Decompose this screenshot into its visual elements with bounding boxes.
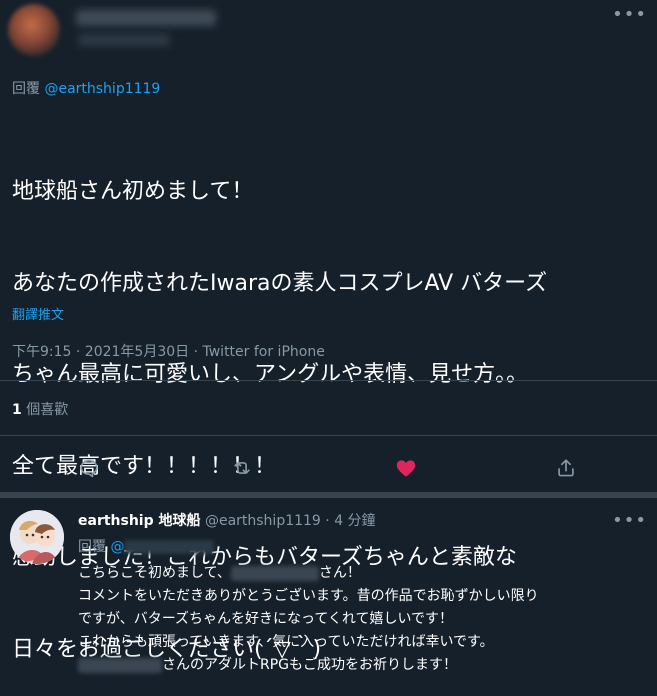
tweet-timestamp[interactable]: 下午9:15 · 2021年5月30日 · Twitter for iPhone bbox=[12, 343, 325, 361]
reply-line: ですが、バターズちゃんを好きになってくれて嬉しいです！ bbox=[78, 611, 454, 627]
author-avatar[interactable] bbox=[8, 4, 60, 56]
translate-tweet-link[interactable]: 翻譯推文 bbox=[12, 304, 64, 323]
reply-handle-link[interactable]: @ bbox=[110, 539, 124, 555]
redacted-name bbox=[78, 657, 162, 673]
likes-number: 1 bbox=[12, 402, 22, 418]
reply-to-line: 回覆 @earthship1119 bbox=[12, 80, 160, 98]
reply-author-avatar[interactable] bbox=[10, 510, 64, 564]
share-icon[interactable] bbox=[553, 455, 579, 481]
reply-line: こちらこそ初めまして、 さん！ bbox=[78, 562, 648, 585]
author-handle-blurred[interactable] bbox=[78, 34, 170, 46]
more-dots-icon[interactable]: ••• bbox=[612, 512, 647, 530]
reply-line: これからも頑張っていきます、気に入っていただければ幸いです。 bbox=[78, 634, 494, 650]
retweet-icon[interactable] bbox=[229, 455, 255, 481]
reply-handle-link[interactable]: @earthship1119 bbox=[44, 81, 160, 97]
likes-label: 個喜歡 bbox=[21, 402, 69, 418]
divider bbox=[0, 435, 657, 436]
reply-text: こちらこそ初めまして、 さん！ コメントをいただきありがとうございます。昔の作品で… bbox=[78, 562, 648, 677]
tweet-line: 地球船さん初めまして！ bbox=[12, 179, 254, 204]
reply-line-part: こちらこそ初めまして、 bbox=[78, 565, 231, 581]
divider bbox=[0, 380, 657, 381]
tweet-line: ちゃん最高に可愛いし、アングルや表情、見せ方。。 bbox=[12, 362, 529, 387]
redacted-name bbox=[230, 565, 319, 581]
reply-prefix: 回覆 bbox=[12, 81, 40, 97]
redacted-handle bbox=[124, 540, 215, 554]
reply-line-part: さんのアダルトRPGもご成功をお祈りします！ bbox=[162, 657, 458, 673]
reply-line: コメントをいただきありがとうございます。昔の作品でお恥ずかしい限り bbox=[78, 588, 539, 604]
reply-line: さんのアダルトRPGもご成功をお祈りします！ bbox=[78, 654, 648, 677]
tweet-line: あなたの作成されたIwaraの素人コスプレAV バターズ bbox=[12, 270, 548, 296]
thread-separator bbox=[0, 492, 657, 498]
reply-header: earthship 地球船 @earthship1119 · 4 分鐘 bbox=[78, 512, 376, 530]
like-icon-filled[interactable] bbox=[393, 455, 419, 481]
reply-line-part: さん！ bbox=[318, 565, 361, 581]
reply-time[interactable]: · 4 分鐘 bbox=[325, 513, 375, 529]
likes-count[interactable]: 1 個喜歡 bbox=[12, 401, 68, 419]
reply-prefix: 回覆 bbox=[78, 539, 106, 555]
reply-author-handle[interactable]: @earthship1119 bbox=[205, 513, 321, 529]
reply-to-line: 回覆 @ bbox=[78, 538, 215, 556]
more-dots-icon[interactable]: ••• bbox=[612, 6, 647, 24]
reply-author-name[interactable]: earthship 地球船 bbox=[78, 513, 201, 529]
reply-icon[interactable] bbox=[76, 455, 102, 481]
author-name-blurred[interactable] bbox=[76, 10, 216, 26]
tweet-line: 全て最高です！！！！！！ bbox=[12, 453, 277, 479]
